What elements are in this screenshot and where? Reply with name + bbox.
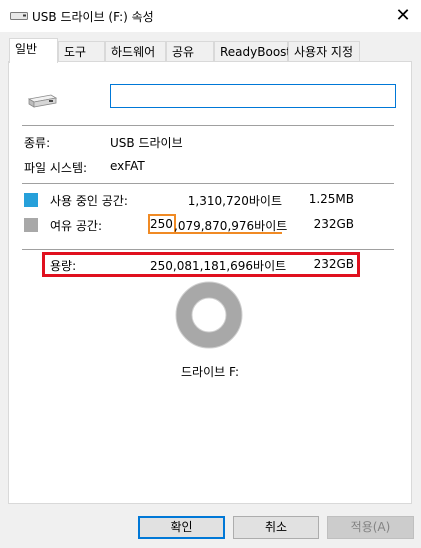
capacity-label: 용량: [50, 259, 77, 273]
free-space-swatch [24, 218, 38, 232]
tab-customize[interactable]: 사용자 지정 [288, 41, 360, 61]
tab-sharing[interactable]: 공유 [166, 41, 214, 61]
drive-letter-label: 드라이브 F: [181, 365, 239, 379]
capacity-size: 232GB [313, 257, 354, 271]
drive-name-input[interactable] [110, 84, 396, 108]
used-space-size: 1.25MB [308, 192, 354, 206]
tab-general[interactable]: 일반 [9, 38, 58, 63]
cancel-button[interactable]: 취소 [233, 516, 319, 539]
type-label: 종류: [24, 136, 51, 150]
capacity-donut-chart [175, 281, 243, 349]
tab-hardware[interactable]: 하드웨어 [105, 41, 166, 61]
capacity-bytes: 250,081,181,696바이트 [150, 259, 287, 273]
drive-icon [27, 94, 57, 108]
separator [22, 125, 394, 126]
free-space-label: 여유 공간: [50, 219, 103, 233]
close-button[interactable]: ✕ [390, 4, 416, 28]
ok-button[interactable]: 확인 [138, 516, 225, 539]
filesystem-value: exFAT [110, 159, 145, 173]
window-title: USB 드라이브 (F:) 속성 [32, 10, 154, 24]
tab-readyboost[interactable]: ReadyBoost [214, 41, 291, 61]
separator [22, 183, 394, 184]
highlight-underline [176, 232, 282, 234]
usb-drive-icon [10, 12, 28, 20]
apply-button[interactable]: 적용(A) [327, 516, 414, 539]
used-space-swatch [24, 193, 38, 207]
filesystem-label: 파일 시스템: [24, 161, 88, 175]
free-space-size: 232GB [313, 217, 354, 231]
type-value: USB 드라이브 [110, 136, 183, 150]
free-space-bytes-prefix: 250 [150, 217, 173, 231]
used-space-label: 사용 중인 공간: [50, 194, 128, 208]
tab-tools[interactable]: 도구 [58, 41, 105, 61]
used-space-bytes: 1,310,720바이트 [187, 194, 282, 208]
separator [22, 249, 394, 250]
